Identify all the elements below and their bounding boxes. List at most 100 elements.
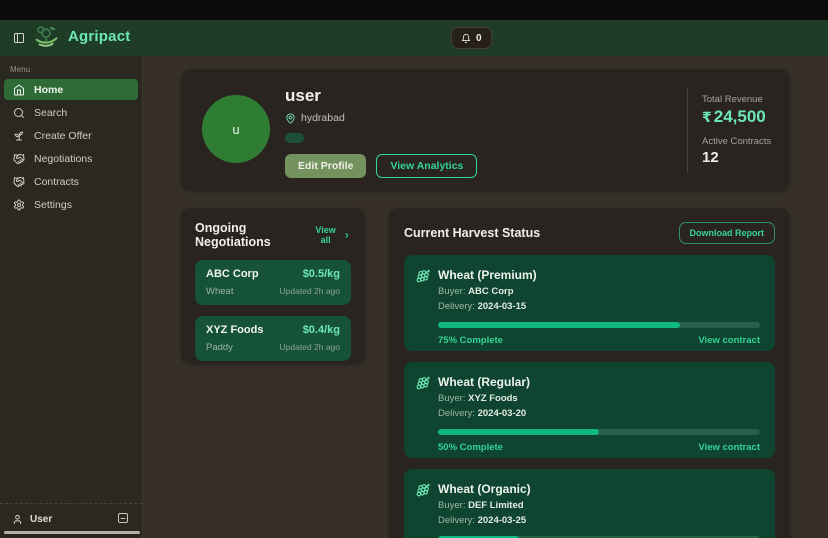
plant-logo-icon (32, 23, 62, 49)
grain-icon (416, 268, 438, 351)
harvest-buyer: Buyer: XYZ Foods (438, 393, 760, 404)
negotiation-price: $0.5/kg (303, 268, 340, 280)
sidebar-item-search[interactable]: Search (4, 102, 138, 123)
sidebar-item-contracts[interactable]: Contracts (4, 171, 138, 192)
sidebar-toggle-icon[interactable] (12, 32, 26, 46)
negotiation-company: XYZ Foods (206, 324, 263, 336)
app-window: Agripact 0 Menu Home Search Create Offer (0, 0, 828, 538)
contracts-value: 12 (702, 149, 777, 166)
location-text: hydrabad (301, 112, 345, 124)
sidebar-item-settings[interactable]: Settings (4, 194, 138, 215)
user-icon (12, 514, 23, 525)
contracts-label: Active Contracts (702, 136, 777, 147)
brand-name: Agripact (68, 28, 130, 45)
harvest-item: Wheat (Premium) Buyer: ABC Corp Delivery… (404, 255, 775, 351)
sidebar-collapse-icon[interactable] (116, 512, 130, 526)
view-contract-link[interactable]: View contract (698, 442, 760, 453)
progress-fill (438, 322, 680, 328)
progress-label: 75% Complete (438, 335, 503, 346)
sidebar-item-label: Create Offer (34, 130, 92, 142)
rupee-icon: ₹ (702, 109, 712, 125)
sidebar-nav: Home Search Create Offer Negotiations Co… (0, 79, 142, 215)
harvest-item: Wheat (Organic) Buyer: DEF Limited Deliv… (404, 469, 775, 538)
notification-count: 0 (476, 33, 482, 44)
negotiation-company: ABC Corp (206, 268, 259, 280)
progress-fill (438, 429, 599, 435)
harvest-crop-name: Wheat (Premium) (438, 268, 760, 282)
sidebar: Menu Home Search Create Offer Negotiatio… (0, 56, 143, 538)
avatar-letter: u (232, 122, 239, 137)
progress-bar (438, 429, 760, 435)
negotiation-item[interactable]: ABC Corp $0.5/kg Wheat Updated 2h ago (195, 260, 351, 305)
harvest-crop-name: Wheat (Regular) (438, 375, 760, 389)
search-icon (13, 107, 25, 119)
profile-card: u user hydrabad Edit Profile View Analyt… (181, 69, 790, 191)
harvest-buyer: Buyer: ABC Corp (438, 286, 760, 297)
harvest-item-body: Wheat (Regular) Buyer: XYZ Foods Deliver… (438, 375, 760, 458)
menu-label: Menu (0, 56, 142, 79)
sidebar-item-label: Search (34, 107, 67, 119)
sidebar-scrollbar[interactable] (4, 531, 140, 534)
view-contract-link[interactable]: View contract (698, 335, 760, 346)
profile-buttons: Edit Profile View Analytics (285, 154, 477, 178)
harvest-delivery: Delivery: 2024-03-20 (438, 408, 760, 419)
view-all-link[interactable]: View all (311, 225, 351, 245)
brand: Agripact (32, 23, 130, 49)
sidebar-item-label: Settings (34, 199, 72, 211)
harvest-delivery: Delivery: 2024-03-15 (438, 301, 760, 312)
profile-location: hydrabad (285, 112, 477, 124)
negotiation-updated: Updated 2h ago (280, 286, 341, 296)
download-report-button[interactable]: Download Report (679, 222, 776, 244)
sidebar-item-label: Contracts (34, 176, 79, 188)
home-icon (13, 84, 25, 96)
progress-bar (438, 322, 760, 328)
bell-icon (461, 33, 471, 44)
grain-icon (416, 482, 438, 538)
negotiation-item[interactable]: XYZ Foods $0.4/kg Paddy Updated 2h ago (195, 316, 351, 361)
progress-label: 50% Complete (438, 442, 503, 453)
sidebar-user-label: User (30, 514, 52, 525)
sidebar-item-negotiations[interactable]: Negotiations (4, 148, 138, 169)
negotiation-price: $0.4/kg (303, 324, 340, 336)
negotiations-panel: Ongoing Negotiations View all ABC Corp $… (181, 208, 365, 364)
revenue-label: Total Revenue (702, 94, 777, 105)
harvest-crop-name: Wheat (Organic) (438, 482, 760, 496)
negotiation-crop: Wheat (206, 286, 233, 297)
harvest-title: Current Harvest Status (404, 226, 540, 240)
edit-profile-button[interactable]: Edit Profile (285, 154, 366, 178)
grain-icon (416, 375, 438, 458)
negotiation-updated: Updated 2h ago (280, 342, 341, 352)
profile-stats: Total Revenue ₹24,500 Active Contracts 1… (687, 87, 777, 173)
sidebar-footer: User (0, 503, 142, 538)
profile-info: user hydrabad Edit Profile View Analytic… (285, 86, 477, 178)
handshake-icon (13, 176, 25, 188)
main-content: u user hydrabad Edit Profile View Analyt… (143, 56, 828, 538)
sidebar-item-label: Home (34, 84, 63, 96)
avatar: u (202, 95, 270, 163)
negotiation-crop: Paddy (206, 342, 233, 353)
negotiations-title: Ongoing Negotiations (195, 221, 311, 249)
view-analytics-button[interactable]: View Analytics (376, 154, 477, 178)
map-pin-icon (285, 113, 296, 124)
revenue-value: ₹24,500 (702, 107, 777, 127)
negotiations-header: Ongoing Negotiations View all (195, 221, 351, 249)
app-header: Agripact 0 (0, 20, 828, 56)
chevron-right-icon (343, 231, 351, 240)
notifications-button[interactable]: 0 (451, 27, 492, 49)
sidebar-item-home[interactable]: Home (4, 79, 138, 100)
sprout-icon (13, 130, 25, 142)
window-top-strip (0, 0, 828, 20)
harvest-item-body: Wheat (Premium) Buyer: ABC Corp Delivery… (438, 268, 760, 351)
status-pill (285, 133, 304, 143)
harvest-panel: Current Harvest Status Download Report W… (389, 208, 790, 538)
harvest-item-body: Wheat (Organic) Buyer: DEF Limited Deliv… (438, 482, 760, 538)
harvest-delivery: Delivery: 2024-03-25 (438, 515, 760, 526)
harvest-buyer: Buyer: DEF Limited (438, 500, 760, 511)
profile-name: user (285, 86, 477, 106)
handshake-icon (13, 153, 25, 165)
harvest-header: Current Harvest Status Download Report (404, 222, 775, 244)
gear-icon (13, 199, 25, 211)
sidebar-item-label: Negotiations (34, 153, 92, 165)
harvest-item: Wheat (Regular) Buyer: XYZ Foods Deliver… (404, 362, 775, 458)
sidebar-item-create-offer[interactable]: Create Offer (4, 125, 138, 146)
